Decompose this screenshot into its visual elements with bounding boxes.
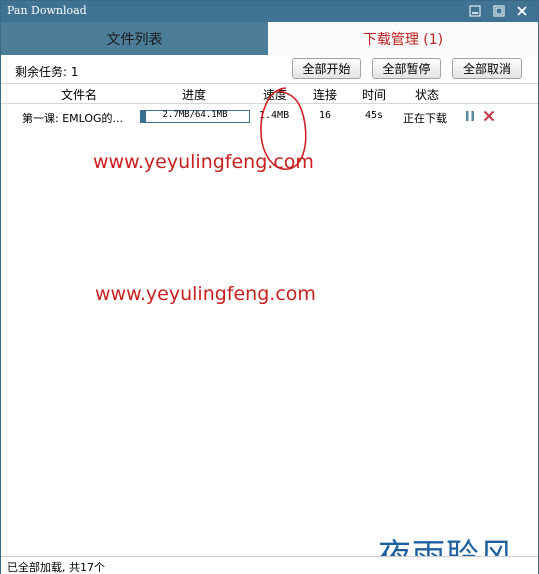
- watermark-url-1: www.yeyulingfeng.com: [93, 151, 314, 173]
- download-progress-bar: 2.7MB/64.1MB: [140, 110, 250, 123]
- column-header-time[interactable]: 时间: [362, 86, 386, 103]
- watermark-url-2: www.yeyulingfeng.com: [95, 283, 316, 305]
- download-toolbar: 剩余任务: 1 全部开始 全部暂停 全部取消: [1, 55, 538, 83]
- close-icon[interactable]: [515, 4, 529, 18]
- column-header-status[interactable]: 状态: [415, 86, 439, 103]
- remaining-tasks: 剩余任务: 1: [15, 65, 79, 79]
- download-time: 45s: [365, 110, 384, 121]
- title-bar[interactable]: Pan Download: [1, 1, 538, 22]
- progress-text: 2.7MB/64.1MB: [162, 110, 228, 120]
- tab-download-manager[interactable]: 下载管理 (1): [268, 22, 538, 55]
- column-header-connections[interactable]: 连接: [313, 86, 337, 103]
- cancel-icon[interactable]: [482, 109, 496, 123]
- pause-all-button[interactable]: 全部暂停: [372, 58, 441, 79]
- download-connections: 16: [319, 110, 332, 121]
- tab-file-list[interactable]: 文件列表: [1, 22, 268, 55]
- column-header-name[interactable]: 文件名: [61, 86, 97, 103]
- status-text: 已全部加载, 共17个: [7, 561, 105, 574]
- app-window: Pan Download 文件列表 下载管理 (1) 剩余任务: 1 全部开始 …: [0, 0, 539, 574]
- cancel-all-button[interactable]: 全部取消: [452, 58, 522, 79]
- pause-icon[interactable]: [463, 109, 477, 123]
- window-title: Pan Download: [7, 4, 87, 17]
- tab-bar: 文件列表 下载管理 (1): [1, 22, 538, 55]
- column-header-progress[interactable]: 进度: [182, 86, 206, 103]
- download-filename: 第一课: EMLOG的...: [22, 112, 124, 125]
- status-bar: 已全部加载, 共17个: [1, 556, 538, 574]
- start-all-button[interactable]: 全部开始: [292, 58, 361, 79]
- maximize-icon[interactable]: [492, 4, 506, 18]
- minimize-icon[interactable]: [468, 4, 482, 18]
- download-status: 正在下载: [403, 112, 447, 125]
